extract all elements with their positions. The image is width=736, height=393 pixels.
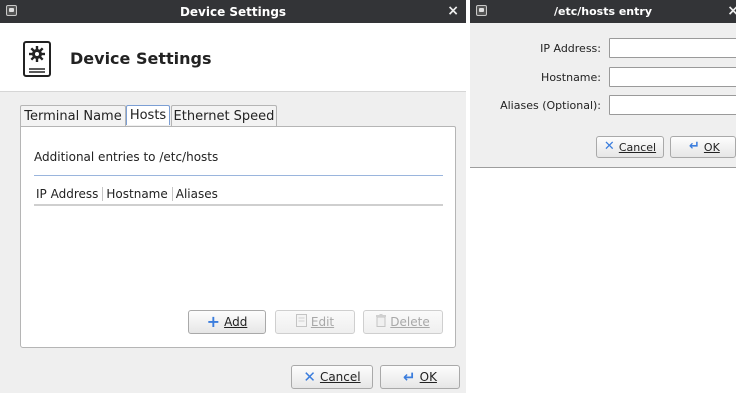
hosts-entry-window: /etc/hosts entry × IP Address: Hostname:… (470, 0, 736, 168)
close-icon[interactable]: × (727, 3, 736, 19)
tab-label: Terminal Name (24, 109, 122, 124)
delete-button[interactable]: Delete (363, 310, 443, 334)
cancel-label: Cancel (618, 140, 657, 154)
hostname-label: Hostname: (541, 71, 601, 84)
tab-terminal-name[interactable]: Terminal Name (20, 105, 126, 127)
cancel-button[interactable]: ✕ Cancel (291, 365, 373, 389)
gear-document-icon (23, 41, 51, 77)
edit-document-icon (295, 314, 307, 330)
hosts-table-body[interactable] (34, 207, 443, 302)
window-title: /etc/hosts entry (554, 5, 652, 18)
window-menu-icon[interactable] (6, 5, 17, 16)
entry-ok-button[interactable]: ↵ OK (670, 136, 736, 158)
description-divider (34, 175, 443, 176)
aliases-label: Aliases (Optional): (500, 99, 601, 112)
column-header-hostname[interactable]: Hostname (103, 187, 173, 201)
delete-label: Delete (390, 315, 430, 329)
cancel-x-icon: ✕ (303, 368, 316, 386)
device-settings-window: Device Settings × Device Settings Termin… (0, 0, 466, 393)
enter-arrow-icon: ↵ (689, 139, 700, 154)
ok-button[interactable]: ↵ OK (380, 365, 460, 389)
tab-label: Ethernet Speed (173, 109, 275, 124)
edit-label: Edit (310, 315, 335, 329)
tab-ethernet-speed[interactable]: Ethernet Speed (171, 105, 277, 127)
ip-address-input[interactable] (609, 38, 736, 58)
tab-label: Hosts (129, 108, 167, 123)
tab-hosts[interactable]: Hosts (126, 105, 170, 125)
ok-label: OK (703, 140, 720, 154)
plus-icon: + (206, 312, 221, 331)
add-label: Add (224, 315, 248, 329)
settings-header: Device Settings (0, 23, 466, 92)
hosts-table-header: IP Address Hostname Aliases (34, 184, 443, 206)
trash-icon (376, 314, 387, 330)
enter-arrow-icon: ↵ (403, 368, 416, 386)
window-title: Device Settings (179, 4, 287, 19)
hosts-entry-titlebar: /etc/hosts entry × (470, 0, 736, 23)
edit-button[interactable]: Edit (275, 310, 355, 334)
cancel-label: Cancel (319, 370, 361, 384)
hosts-tab-panel: Additional entries to /etc/hosts IP Addr… (20, 126, 456, 348)
ip-address-label: IP Address: (540, 42, 601, 55)
close-icon[interactable]: × (447, 3, 459, 19)
window-menu-icon[interactable] (476, 5, 487, 16)
add-button[interactable]: + Add (188, 310, 266, 334)
ok-label: OK (419, 370, 437, 384)
aliases-input[interactable] (609, 95, 736, 115)
column-header-ip-address[interactable]: IP Address (34, 187, 104, 201)
entry-cancel-button[interactable]: ✕ Cancel (596, 136, 664, 158)
cancel-x-icon: ✕ (603, 139, 615, 154)
hosts-description: Additional entries to /etc/hosts (34, 150, 219, 164)
page-title: Device Settings (70, 49, 212, 68)
column-header-aliases[interactable]: Aliases (173, 187, 222, 201)
device-settings-titlebar: Device Settings × (0, 0, 466, 23)
hostname-input[interactable] (609, 67, 736, 87)
